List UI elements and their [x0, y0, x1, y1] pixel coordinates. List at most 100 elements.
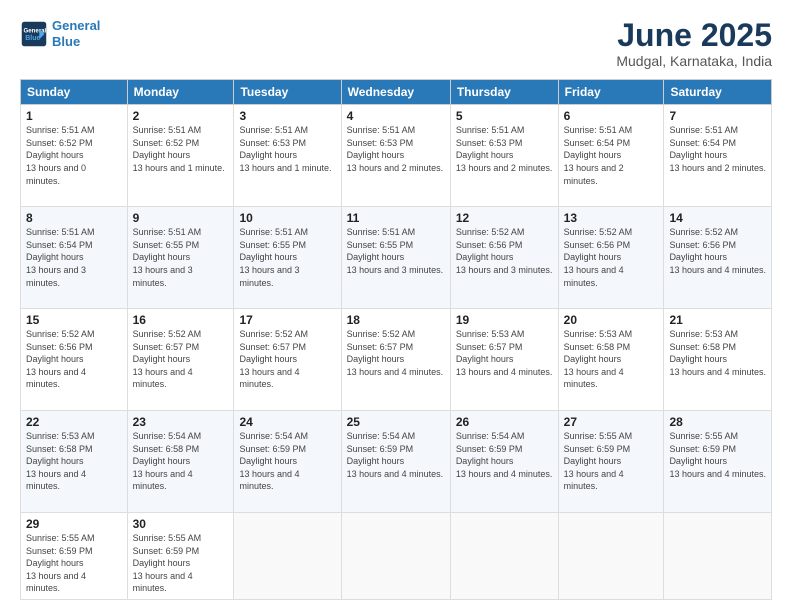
day-cell: 25 Sunrise: 5:54 AM Sunset: 6:59 PM Dayl… [341, 411, 450, 513]
day-cell: 20 Sunrise: 5:53 AM Sunset: 6:58 PM Dayl… [558, 309, 664, 411]
day-number: 16 [133, 313, 229, 327]
day-info: Sunrise: 5:54 AM Sunset: 6:59 PM Dayligh… [347, 430, 445, 480]
day-number: 9 [133, 211, 229, 225]
empty-cell [450, 513, 558, 600]
calendar-table: Sunday Monday Tuesday Wednesday Thursday… [20, 79, 772, 600]
svg-text:Blue: Blue [25, 35, 40, 42]
day-info: Sunrise: 5:51 AM Sunset: 6:53 PM Dayligh… [239, 124, 335, 174]
week-row: 15 Sunrise: 5:52 AM Sunset: 6:56 PM Dayl… [21, 309, 772, 411]
day-number: 28 [669, 415, 766, 429]
day-info: Sunrise: 5:51 AM Sunset: 6:55 PM Dayligh… [133, 226, 229, 289]
day-number: 6 [564, 109, 659, 123]
day-cell: 18 Sunrise: 5:52 AM Sunset: 6:57 PM Dayl… [341, 309, 450, 411]
day-number: 12 [456, 211, 553, 225]
day-cell: 3 Sunrise: 5:51 AM Sunset: 6:53 PM Dayli… [234, 105, 341, 207]
day-cell: 12 Sunrise: 5:52 AM Sunset: 6:56 PM Dayl… [450, 207, 558, 309]
day-number: 10 [239, 211, 335, 225]
logo-icon: General Blue [20, 20, 48, 48]
day-info: Sunrise: 5:54 AM Sunset: 6:58 PM Dayligh… [133, 430, 229, 493]
day-number: 4 [347, 109, 445, 123]
day-cell: 19 Sunrise: 5:53 AM Sunset: 6:57 PM Dayl… [450, 309, 558, 411]
day-cell: 16 Sunrise: 5:52 AM Sunset: 6:57 PM Dayl… [127, 309, 234, 411]
day-number: 1 [26, 109, 122, 123]
day-cell: 2 Sunrise: 5:51 AM Sunset: 6:52 PM Dayli… [127, 105, 234, 207]
day-info: Sunrise: 5:55 AM Sunset: 6:59 PM Dayligh… [26, 532, 122, 595]
day-number: 23 [133, 415, 229, 429]
logo-text-block: General Blue [52, 18, 100, 49]
day-number: 18 [347, 313, 445, 327]
day-info: Sunrise: 5:53 AM Sunset: 6:58 PM Dayligh… [564, 328, 659, 391]
day-number: 14 [669, 211, 766, 225]
day-cell: 8 Sunrise: 5:51 AM Sunset: 6:54 PM Dayli… [21, 207, 128, 309]
day-number: 15 [26, 313, 122, 327]
day-info: Sunrise: 5:54 AM Sunset: 6:59 PM Dayligh… [456, 430, 553, 480]
week-row: 22 Sunrise: 5:53 AM Sunset: 6:58 PM Dayl… [21, 411, 772, 513]
day-info: Sunrise: 5:51 AM Sunset: 6:55 PM Dayligh… [239, 226, 335, 289]
week-row: 8 Sunrise: 5:51 AM Sunset: 6:54 PM Dayli… [21, 207, 772, 309]
day-info: Sunrise: 5:53 AM Sunset: 6:58 PM Dayligh… [669, 328, 766, 378]
day-cell: 10 Sunrise: 5:51 AM Sunset: 6:55 PM Dayl… [234, 207, 341, 309]
day-info: Sunrise: 5:52 AM Sunset: 6:57 PM Dayligh… [239, 328, 335, 391]
empty-cell [341, 513, 450, 600]
day-number: 17 [239, 313, 335, 327]
empty-cell [234, 513, 341, 600]
day-number: 26 [456, 415, 553, 429]
day-cell: 7 Sunrise: 5:51 AM Sunset: 6:54 PM Dayli… [664, 105, 772, 207]
day-cell: 21 Sunrise: 5:53 AM Sunset: 6:58 PM Dayl… [664, 309, 772, 411]
day-number: 27 [564, 415, 659, 429]
day-info: Sunrise: 5:53 AM Sunset: 6:57 PM Dayligh… [456, 328, 553, 378]
day-info: Sunrise: 5:52 AM Sunset: 6:57 PM Dayligh… [133, 328, 229, 391]
day-info: Sunrise: 5:53 AM Sunset: 6:58 PM Dayligh… [26, 430, 122, 493]
day-number: 22 [26, 415, 122, 429]
day-cell: 14 Sunrise: 5:52 AM Sunset: 6:56 PM Dayl… [664, 207, 772, 309]
day-number: 20 [564, 313, 659, 327]
day-info: Sunrise: 5:52 AM Sunset: 6:56 PM Dayligh… [564, 226, 659, 289]
day-cell: 28 Sunrise: 5:55 AM Sunset: 6:59 PM Dayl… [664, 411, 772, 513]
header-thursday: Thursday [450, 80, 558, 105]
month-title: June 2025 [616, 18, 772, 53]
day-number: 11 [347, 211, 445, 225]
day-info: Sunrise: 5:51 AM Sunset: 6:53 PM Dayligh… [347, 124, 445, 174]
day-info: Sunrise: 5:51 AM Sunset: 6:54 PM Dayligh… [564, 124, 659, 187]
day-cell: 9 Sunrise: 5:51 AM Sunset: 6:55 PM Dayli… [127, 207, 234, 309]
title-section: June 2025 Mudgal, Karnataka, India [616, 18, 772, 69]
day-info: Sunrise: 5:51 AM Sunset: 6:52 PM Dayligh… [26, 124, 122, 187]
day-number: 21 [669, 313, 766, 327]
day-number: 7 [669, 109, 766, 123]
day-info: Sunrise: 5:54 AM Sunset: 6:59 PM Dayligh… [239, 430, 335, 493]
day-cell: 24 Sunrise: 5:54 AM Sunset: 6:59 PM Dayl… [234, 411, 341, 513]
day-info: Sunrise: 5:55 AM Sunset: 6:59 PM Dayligh… [133, 532, 229, 595]
day-info: Sunrise: 5:55 AM Sunset: 6:59 PM Dayligh… [669, 430, 766, 480]
day-info: Sunrise: 5:51 AM Sunset: 6:53 PM Dayligh… [456, 124, 553, 174]
day-number: 2 [133, 109, 229, 123]
week-row: 1 Sunrise: 5:51 AM Sunset: 6:52 PM Dayli… [21, 105, 772, 207]
day-info: Sunrise: 5:55 AM Sunset: 6:59 PM Dayligh… [564, 430, 659, 493]
day-cell: 15 Sunrise: 5:52 AM Sunset: 6:56 PM Dayl… [21, 309, 128, 411]
empty-cell [664, 513, 772, 600]
day-cell: 4 Sunrise: 5:51 AM Sunset: 6:53 PM Dayli… [341, 105, 450, 207]
day-number: 29 [26, 517, 122, 531]
day-number: 24 [239, 415, 335, 429]
header-monday: Monday [127, 80, 234, 105]
day-info: Sunrise: 5:52 AM Sunset: 6:57 PM Dayligh… [347, 328, 445, 378]
week-row: 29 Sunrise: 5:55 AM Sunset: 6:59 PM Dayl… [21, 513, 772, 600]
day-number: 30 [133, 517, 229, 531]
day-info: Sunrise: 5:51 AM Sunset: 6:54 PM Dayligh… [669, 124, 766, 174]
header-tuesday: Tuesday [234, 80, 341, 105]
day-info: Sunrise: 5:52 AM Sunset: 6:56 PM Dayligh… [456, 226, 553, 276]
day-number: 19 [456, 313, 553, 327]
day-cell: 5 Sunrise: 5:51 AM Sunset: 6:53 PM Dayli… [450, 105, 558, 207]
day-info: Sunrise: 5:52 AM Sunset: 6:56 PM Dayligh… [669, 226, 766, 276]
day-cell: 11 Sunrise: 5:51 AM Sunset: 6:55 PM Dayl… [341, 207, 450, 309]
logo-name: General Blue [52, 18, 100, 49]
logo-blue: Blue [52, 34, 80, 49]
day-info: Sunrise: 5:51 AM Sunset: 6:54 PM Dayligh… [26, 226, 122, 289]
day-number: 3 [239, 109, 335, 123]
day-cell: 30 Sunrise: 5:55 AM Sunset: 6:59 PM Dayl… [127, 513, 234, 600]
logo-general: General [52, 18, 100, 33]
day-cell: 29 Sunrise: 5:55 AM Sunset: 6:59 PM Dayl… [21, 513, 128, 600]
header-wednesday: Wednesday [341, 80, 450, 105]
day-cell: 27 Sunrise: 5:55 AM Sunset: 6:59 PM Dayl… [558, 411, 664, 513]
header: General Blue General Blue June 2025 Mudg… [20, 18, 772, 69]
day-cell: 6 Sunrise: 5:51 AM Sunset: 6:54 PM Dayli… [558, 105, 664, 207]
